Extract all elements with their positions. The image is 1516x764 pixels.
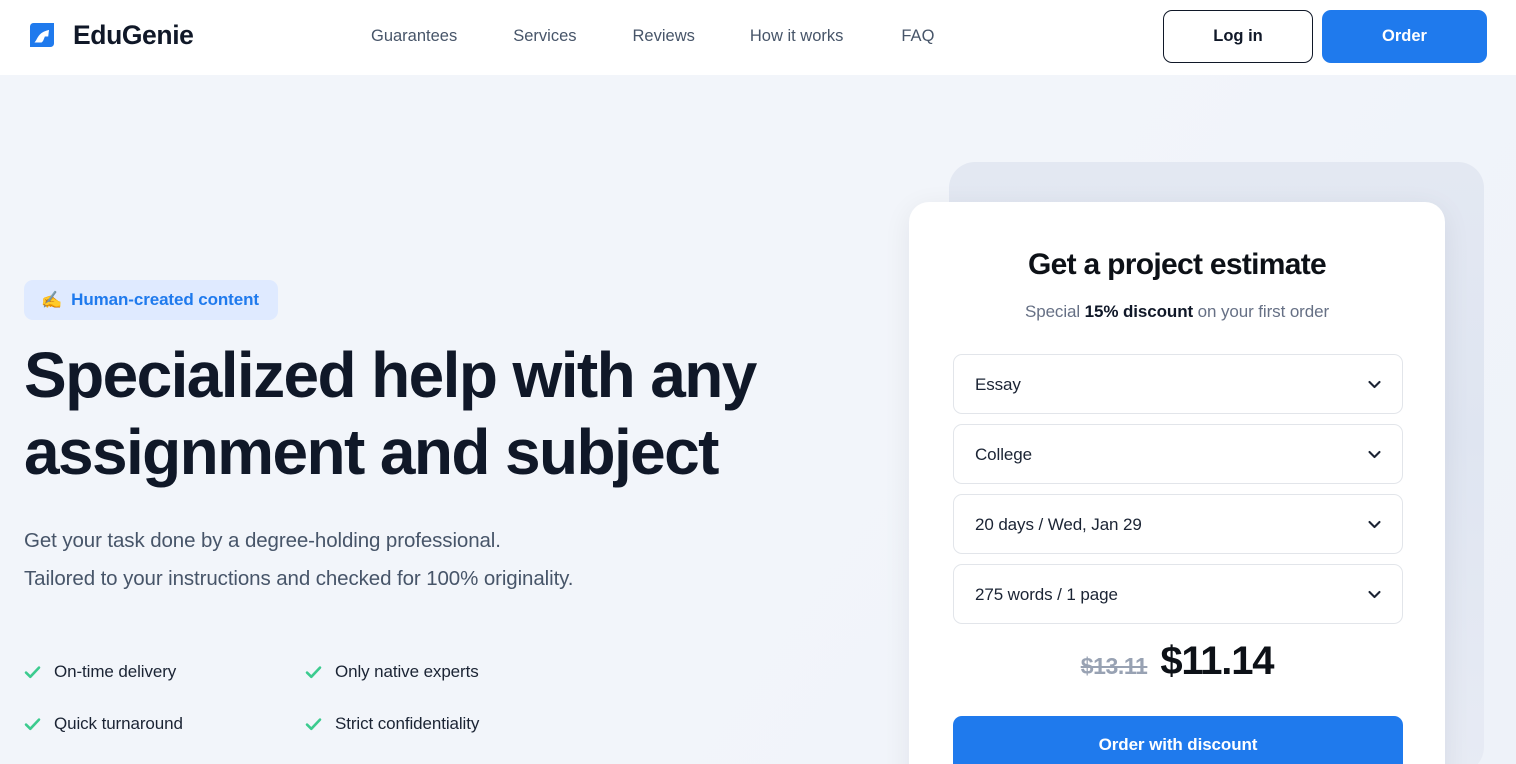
- nav-item-guarantees[interactable]: Guarantees: [371, 25, 457, 47]
- site-header: EduGenie Guarantees Services Reviews How…: [0, 0, 1516, 75]
- price-summary: $13.11 $11.14: [909, 639, 1445, 684]
- academic-level-select[interactable]: College: [953, 424, 1403, 484]
- discount-highlight: 15% discount: [1084, 302, 1194, 321]
- discounted-price: $11.14: [1160, 639, 1274, 683]
- nav-item-reviews[interactable]: Reviews: [633, 25, 695, 47]
- nav-item-how-it-works[interactable]: How it works: [750, 25, 844, 47]
- edugenie-logo-icon: [24, 17, 60, 53]
- estimate-subtitle: Special 15% discount on your first order: [909, 302, 1445, 322]
- hero-subtitle-line-1: Get your task done by a degree-holding p…: [24, 529, 501, 552]
- feature-label: Strict confidentiality: [335, 714, 480, 733]
- badge-label: Human-created content: [71, 290, 259, 309]
- subtitle-prefix: Special: [1024, 302, 1085, 321]
- landing-page: EduGenie Guarantees Services Reviews How…: [0, 0, 1516, 764]
- estimate-form-fields: Essay College 20 days / Wed, Jan 29 275 …: [953, 354, 1403, 624]
- academic-level-value: College: [975, 444, 1032, 464]
- check-icon: [305, 716, 322, 733]
- length-select[interactable]: 275 words / 1 page: [953, 564, 1403, 624]
- length-value: 275 words / 1 page: [975, 584, 1118, 604]
- feature-item: Quick turnaround: [24, 710, 305, 738]
- page-title: Specialized help with any assignment and…: [24, 339, 757, 488]
- feature-label: Quick turnaround: [54, 714, 183, 733]
- order-button[interactable]: Order: [1322, 10, 1487, 63]
- project-estimate-card: Get a project estimate Special 15% disco…: [909, 202, 1445, 764]
- paper-type-select[interactable]: Essay: [953, 354, 1403, 414]
- feature-item: Only native experts: [305, 658, 586, 686]
- deadline-select[interactable]: 20 days / Wed, Jan 29: [953, 494, 1403, 554]
- hero-subtitle: Get your task done by a degree-holding p…: [24, 522, 804, 598]
- check-icon: [24, 664, 41, 681]
- login-button[interactable]: Log in: [1163, 10, 1313, 63]
- nav-item-services[interactable]: Services: [513, 25, 576, 47]
- feature-label: Only native experts: [335, 662, 479, 681]
- subtitle-suffix: on your first order: [1193, 302, 1330, 321]
- feature-label: On-time delivery: [54, 662, 177, 681]
- header-actions: Log in Order: [1163, 10, 1487, 63]
- nav-item-faq[interactable]: FAQ: [901, 25, 934, 47]
- brand-logo[interactable]: EduGenie: [24, 17, 194, 53]
- writing-hand-icon: ✍️: [41, 290, 63, 309]
- main-navigation: Guarantees Services Reviews How it works…: [371, 25, 934, 47]
- original-price: $13.11: [1080, 653, 1148, 679]
- deadline-value: 20 days / Wed, Jan 29: [975, 514, 1142, 534]
- feature-list: On-time delivery Only native experts Qui…: [24, 658, 584, 738]
- check-icon: [305, 664, 322, 681]
- human-created-content-badge: ✍️ Human-created content: [24, 280, 278, 320]
- brand-name: EduGenie: [73, 19, 194, 50]
- hero-section: ✍️ Human-created content Specialized hel…: [0, 75, 1516, 764]
- check-icon: [24, 716, 41, 733]
- feature-item: On-time delivery: [24, 658, 305, 686]
- hero-subtitle-line-2: Tailored to your instructions and checke…: [24, 567, 574, 590]
- paper-type-value: Essay: [975, 374, 1021, 394]
- order-with-discount-button[interactable]: Order with discount: [953, 716, 1403, 764]
- feature-item: Strict confidentiality: [305, 710, 586, 738]
- estimate-title: Get a project estimate: [1027, 248, 1327, 281]
